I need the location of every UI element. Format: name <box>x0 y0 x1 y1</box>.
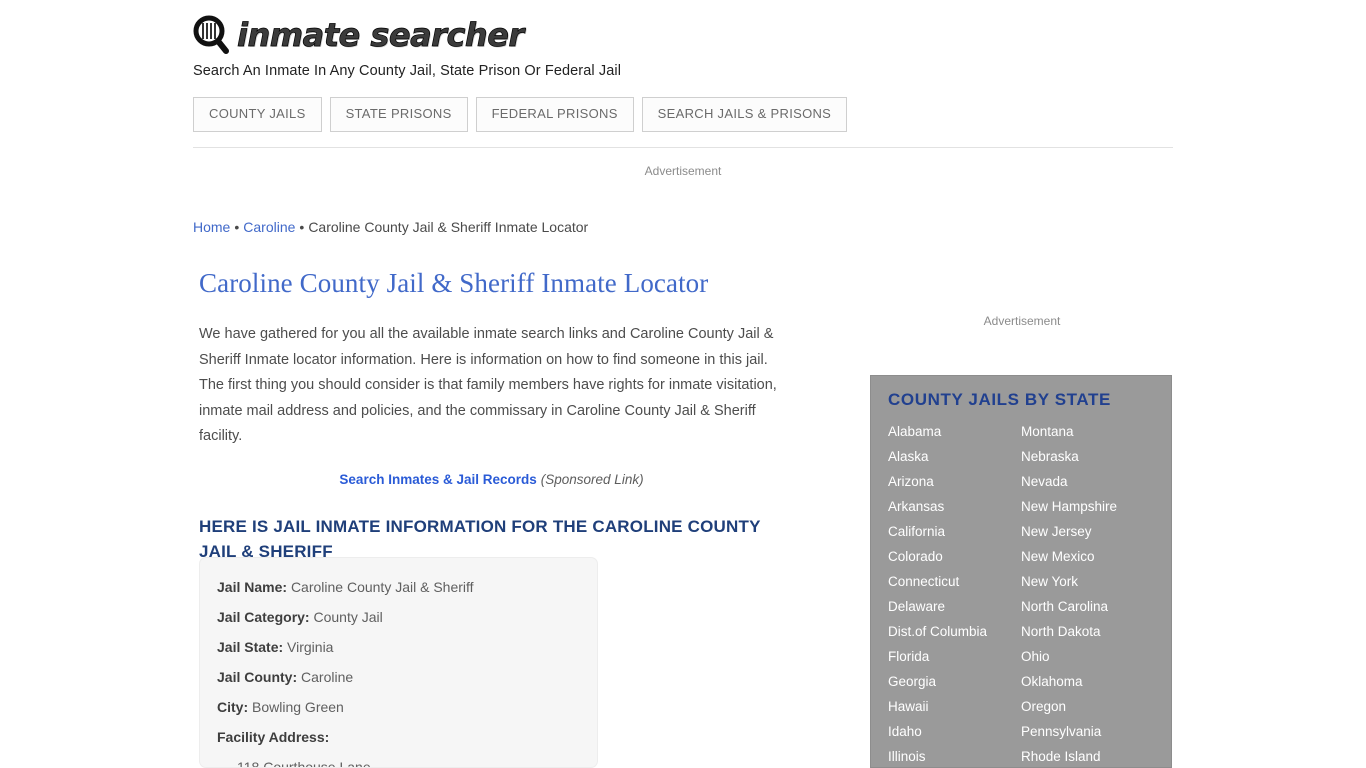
state-link-colorado[interactable]: Colorado <box>888 544 1021 569</box>
info-value-city: Bowling Green <box>252 699 344 715</box>
info-label-jail-category: Jail Category: <box>217 609 310 625</box>
state-link-dist-of-columbia[interactable]: Dist.of Columbia <box>888 619 1021 644</box>
header-divider <box>193 147 1173 148</box>
breadcrumb-current: Caroline County Jail & Sheriff Inmate Lo… <box>308 219 589 235</box>
state-links-grid: Alabama Montana Alaska Nebraska Arizona … <box>888 419 1171 767</box>
info-label-city: City: <box>217 699 249 715</box>
breadcrumb-separator-2: • <box>299 219 305 235</box>
jail-info-box: Jail Name: Caroline County Jail & Sherif… <box>199 557 598 768</box>
state-link-california[interactable]: California <box>888 519 1021 544</box>
info-label-facility-address: Facility Address: <box>217 729 330 745</box>
state-link-ohio[interactable]: Ohio <box>1021 644 1171 669</box>
sponsored-link-row: Search Inmates & Jail Records (Sponsored … <box>199 472 784 487</box>
page-root: inmate searcher Search An Inmate In Any … <box>0 0 1366 768</box>
info-label-jail-county: Jail County: <box>217 669 298 685</box>
state-link-arizona[interactable]: Arizona <box>888 469 1021 494</box>
state-link-oklahoma[interactable]: Oklahoma <box>1021 669 1171 694</box>
info-row: Jail Category: County Jail <box>217 602 597 632</box>
info-value-jail-state: Virginia <box>287 639 334 655</box>
state-link-pennsylvania[interactable]: Pennsylvania <box>1021 719 1171 744</box>
intro-paragraph: We have gathered for you all the availab… <box>199 326 777 444</box>
page-title: Caroline County Jail & Sheriff Inmate Lo… <box>199 268 709 298</box>
state-link-alabama[interactable]: Alabama <box>888 419 1021 444</box>
state-link-nevada[interactable]: Nevada <box>1021 469 1171 494</box>
state-link-arkansas[interactable]: Arkansas <box>888 494 1021 519</box>
state-link-new-jersey[interactable]: New Jersey <box>1021 519 1171 544</box>
state-link-illinois[interactable]: Illinois <box>888 744 1021 767</box>
sidebar-ad-label: Advertisement <box>983 314 1061 328</box>
county-jails-by-state-panel: COUNTY JAILS BY STATE Alabama Montana Al… <box>870 375 1172 768</box>
info-value-jail-county: Caroline <box>301 669 354 685</box>
state-link-new-york[interactable]: New York <box>1021 569 1171 594</box>
breadcrumb-home[interactable]: Home <box>193 219 230 235</box>
main-navigation: COUNTY JAILS STATE PRISONS FEDERAL PRISO… <box>193 97 848 132</box>
site-header: inmate searcher Search An Inmate In Any … <box>193 12 1173 79</box>
state-link-delaware[interactable]: Delaware <box>888 594 1021 619</box>
info-row: Jail Name: Caroline County Jail & Sherif… <box>217 572 597 602</box>
state-link-new-mexico[interactable]: New Mexico <box>1021 544 1171 569</box>
state-link-rhode-island[interactable]: Rhode Island <box>1021 744 1171 767</box>
state-link-nebraska[interactable]: Nebraska <box>1021 444 1171 469</box>
state-link-hawaii[interactable]: Hawaii <box>888 694 1021 719</box>
nav-county-jails[interactable]: COUNTY JAILS <box>193 97 322 132</box>
site-tagline: Search An Inmate In Any County Jail, Sta… <box>193 63 622 79</box>
magnifier-jail-icon <box>193 15 229 55</box>
sidebar-title: COUNTY JAILS BY STATE <box>888 390 1111 409</box>
state-link-new-hampshire[interactable]: New Hampshire <box>1021 494 1171 519</box>
sponsored-note: (Sponsored Link) <box>540 471 644 487</box>
state-link-north-carolina[interactable]: North Carolina <box>1021 594 1171 619</box>
nav-federal-prisons[interactable]: FEDERAL PRISONS <box>475 97 634 132</box>
info-row: Jail State: Virginia <box>217 632 597 662</box>
nav-state-prisons[interactable]: STATE PRISONS <box>329 97 468 132</box>
info-value-jail-category: County Jail <box>313 609 383 625</box>
main-content: Caroline County Jail & Sheriff Inmate Lo… <box>199 266 799 564</box>
info-label-jail-name: Jail Name: <box>217 579 288 595</box>
info-value-jail-name: Caroline County Jail & Sheriff <box>290 579 474 595</box>
state-link-north-dakota[interactable]: North Dakota <box>1021 619 1171 644</box>
top-ad-label: Advertisement <box>644 164 722 178</box>
state-link-alaska[interactable]: Alaska <box>888 444 1021 469</box>
state-link-florida[interactable]: Florida <box>888 644 1021 669</box>
sponsored-link[interactable]: Search Inmates & Jail Records <box>339 472 536 487</box>
state-link-montana[interactable]: Montana <box>1021 419 1171 444</box>
state-link-connecticut[interactable]: Connecticut <box>888 569 1021 594</box>
info-label-jail-state: Jail State: <box>217 639 284 655</box>
site-wordmark: inmate searcher <box>237 16 525 54</box>
state-link-georgia[interactable]: Georgia <box>888 669 1021 694</box>
info-value-address-line-1: 118 Courthouse Lane <box>237 759 371 768</box>
info-row: Jail County: Caroline <box>217 662 597 692</box>
breadcrumb-county[interactable]: Caroline <box>243 219 295 235</box>
site-logo[interactable]: inmate searcher <box>193 12 1173 58</box>
breadcrumb-separator-1: • <box>234 219 240 235</box>
info-row-facility-address: Facility Address: <box>217 722 597 752</box>
section-heading: HERE IS JAIL INMATE INFORMATION FOR THE … <box>199 516 761 561</box>
nav-search-jails-prisons[interactable]: SEARCH JAILS & PRISONS <box>641 97 848 132</box>
state-link-idaho[interactable]: Idaho <box>888 719 1021 744</box>
state-link-oregon[interactable]: Oregon <box>1021 694 1171 719</box>
info-row: City: Bowling Green <box>217 692 597 722</box>
breadcrumb: Home • Caroline • Caroline County Jail & She… <box>193 219 588 235</box>
